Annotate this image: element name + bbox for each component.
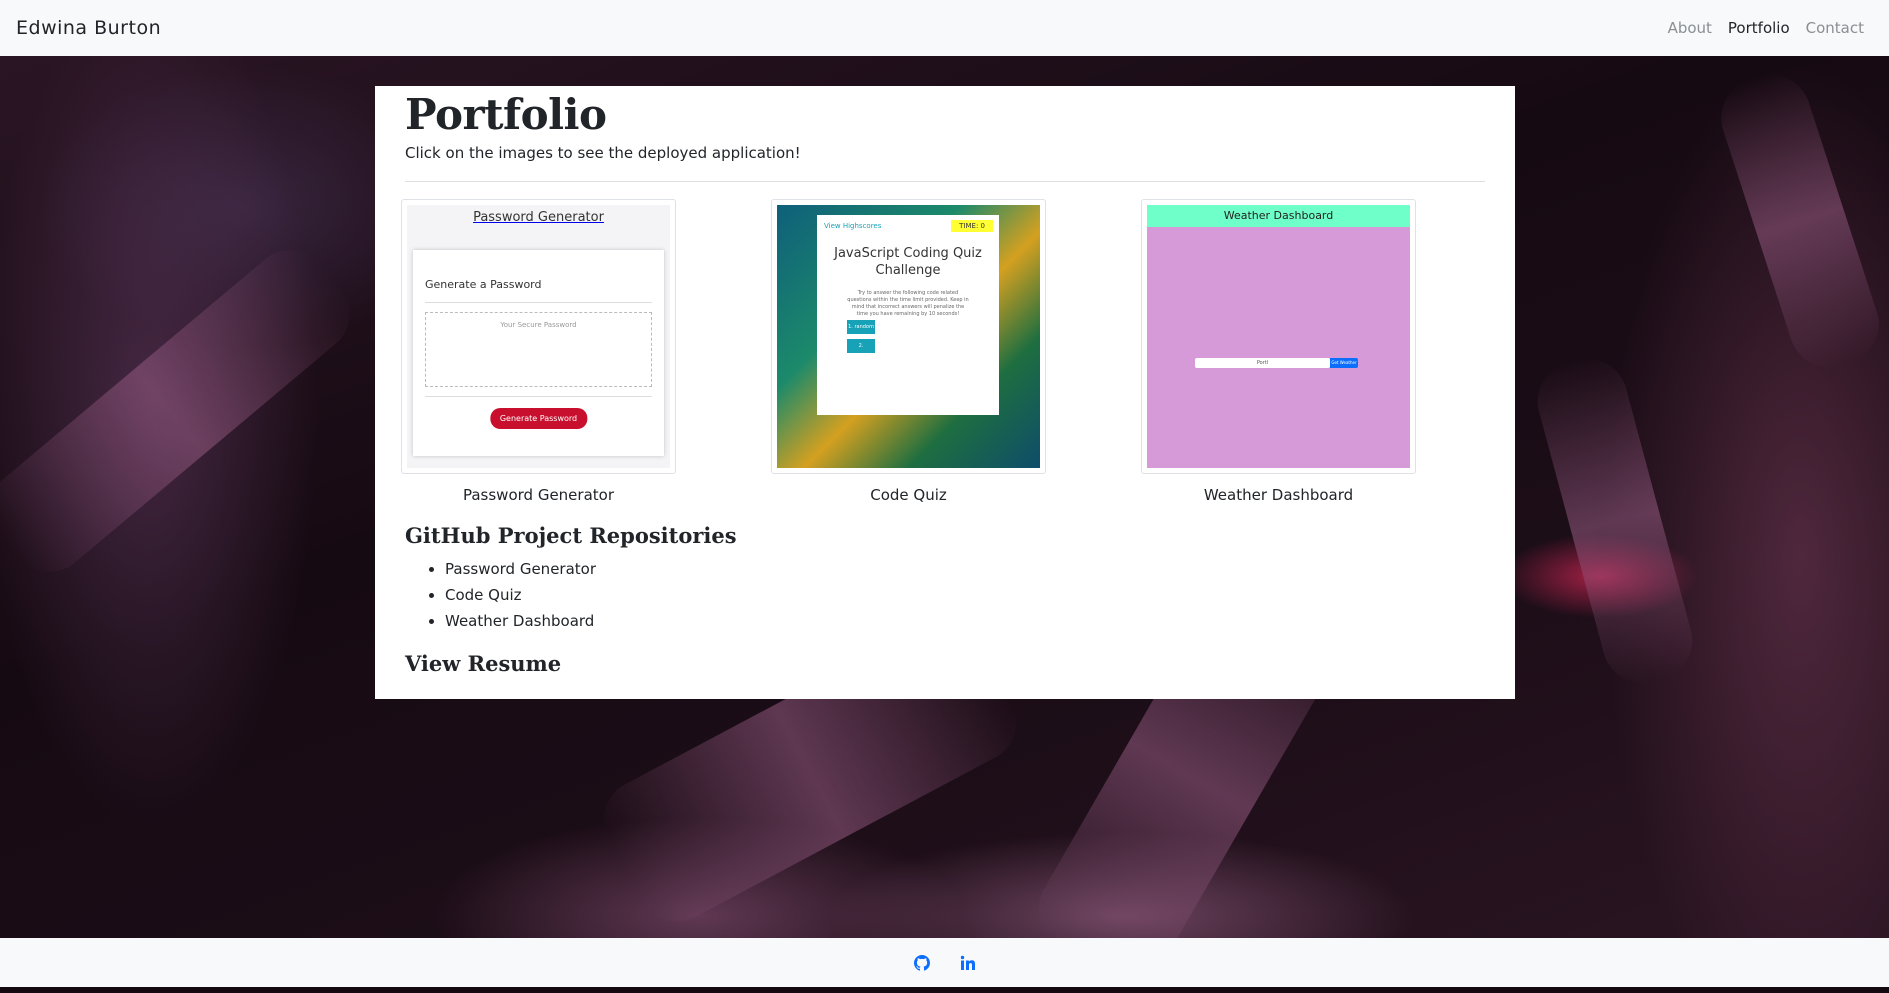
thumb-header: Weather Dashboard [1147, 205, 1410, 227]
linkedin-link[interactable] [960, 955, 976, 971]
thumb-quiz-text: Try to answer the following code related… [847, 290, 969, 317]
list-item: Password Generator [445, 556, 596, 582]
navbar: Edwina Burton About Portfolio Contact [0, 0, 1889, 56]
thumb-panel: View Highscores TIME: 0 JavaScript Codin… [817, 215, 999, 415]
thumb-card-title: Generate a Password [425, 278, 542, 291]
weather-dashboard-thumbnail[interactable]: Weather Dashboard Portl Get Weather [1141, 199, 1416, 474]
github-icon [913, 954, 930, 971]
thumb-highscores: View Highscores [824, 222, 882, 230]
thumbnail-image: View Highscores TIME: 0 JavaScript Codin… [777, 205, 1040, 468]
project-weather-dashboard: Weather Dashboard Portl Get Weather Weat… [1141, 199, 1416, 504]
nav-link-contact[interactable]: Contact [1806, 19, 1864, 37]
nav-links: About Portfolio Contact [1668, 19, 1864, 37]
view-resume-link[interactable]: View Resume [405, 651, 561, 676]
thumb-search-input: Portl [1195, 358, 1330, 368]
project-label: Code Quiz [870, 486, 947, 504]
linkedin-icon [960, 955, 975, 970]
code-quiz-thumbnail[interactable]: View Highscores TIME: 0 JavaScript Codin… [771, 199, 1046, 474]
thumb-generate-button: Generate Password [489, 408, 588, 429]
divider [405, 181, 1485, 182]
thumb-card: Generate a Password Your Secure Password… [413, 250, 664, 456]
repo-link-password-generator[interactable]: Password Generator [445, 560, 596, 578]
nav-link-portfolio[interactable]: Portfolio [1728, 19, 1790, 37]
password-generator-thumbnail[interactable]: Password Generator Generate a Password Y… [401, 199, 676, 474]
project-label: Password Generator [462, 486, 614, 504]
brand-name[interactable]: Edwina Burton [16, 17, 161, 39]
thumbnail-image: Weather Dashboard Portl Get Weather [1147, 205, 1410, 468]
repo-link-weather-dashboard[interactable]: Weather Dashboard [445, 612, 594, 630]
thumb-quiz-title: JavaScript Coding Quiz Challenge [834, 246, 982, 278]
thumb-timer: TIME: 0 [951, 220, 993, 232]
project-password-generator: Password Generator Generate a Password Y… [401, 199, 676, 504]
thumb-answer-2: 2. concatenate [847, 339, 878, 363]
thumb-search-button: Get Weather [1330, 358, 1358, 368]
page-subtitle: Click on the images to see the deployed … [405, 144, 801, 162]
thumbnail-image: Password Generator Generate a Password Y… [407, 205, 670, 468]
thumb-textarea: Your Secure Password [425, 312, 652, 387]
github-link[interactable] [913, 954, 930, 971]
project-label: Weather Dashboard [1203, 486, 1354, 504]
repo-link-code-quiz[interactable]: Code Quiz [445, 586, 522, 604]
nav-link-about[interactable]: About [1668, 19, 1712, 37]
thumb-header: Password Generator [473, 210, 604, 225]
repo-list: Password Generator Code Quiz Weather Das… [405, 556, 596, 634]
list-item: Code Quiz [445, 582, 596, 608]
portfolio-card: Portfolio Click on the images to see the… [375, 86, 1515, 699]
project-code-quiz: View Highscores TIME: 0 JavaScript Codin… [771, 199, 1046, 504]
list-item: Weather Dashboard [445, 608, 596, 634]
thumb-answer-1: 1. random [847, 320, 875, 334]
repos-heading: GitHub Project Repositories [405, 523, 737, 548]
footer [0, 938, 1889, 987]
page-title: Portfolio [405, 90, 607, 139]
